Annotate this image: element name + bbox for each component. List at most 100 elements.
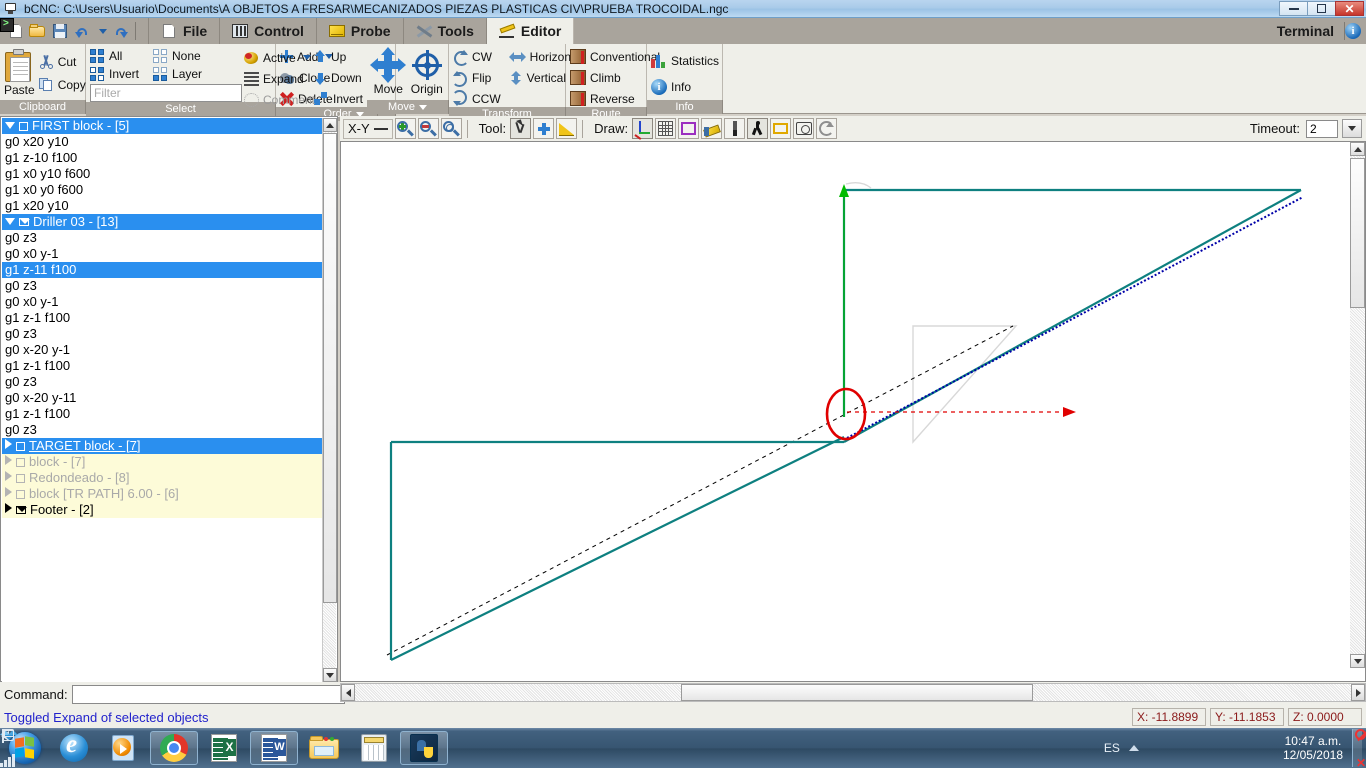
expand-button[interactable]: Expand	[244, 70, 336, 87]
gcode-block-row[interactable]: Footer - [2]	[2, 502, 323, 518]
draw-endmill-button[interactable]	[724, 118, 746, 139]
draw-margin-button[interactable]	[678, 118, 700, 139]
redo-icon[interactable]	[114, 24, 128, 38]
rotate-cw-button[interactable]: CW	[453, 48, 501, 66]
gcode-canvas[interactable]	[340, 141, 1366, 682]
about-info-icon[interactable]: i	[1345, 23, 1361, 39]
rotate-ccw-button[interactable]: CCW	[453, 90, 501, 107]
scroll-down-button[interactable]	[323, 668, 337, 682]
gcode-list-scrollbar[interactable]	[322, 118, 337, 682]
draw-axes-button[interactable]	[632, 118, 654, 140]
gcode-line-row[interactable]: g0 z3	[2, 230, 323, 246]
expand-triangle-icon[interactable]	[5, 503, 12, 513]
gcode-block-row[interactable]: Driller 03 - [13]	[2, 214, 323, 230]
checkbox-icon[interactable]	[16, 490, 25, 499]
checkbox-icon[interactable]	[16, 442, 25, 451]
select-layer-button[interactable]: Layer	[153, 65, 202, 82]
zoom-out-button[interactable]	[417, 118, 439, 139]
hscroll-right-button[interactable]	[1351, 684, 1365, 701]
minimize-button[interactable]	[1279, 1, 1308, 16]
statistics-button[interactable]: Statistics	[651, 52, 719, 69]
draw-refresh-button[interactable]	[816, 118, 838, 139]
move-button[interactable]: Move	[370, 47, 407, 96]
maximize-button[interactable]	[1307, 1, 1336, 16]
tab-file[interactable]: File	[149, 18, 221, 44]
gcode-line-row[interactable]: g0 x-20 y-1	[2, 342, 323, 358]
copy-button[interactable]: Copy	[38, 76, 86, 93]
info-button[interactable]: i Info	[651, 78, 719, 95]
action-center-flag-icon[interactable]	[2, 729, 1274, 756]
canvas-vertical-scrollbar[interactable]	[1350, 142, 1365, 668]
select-invert-button[interactable]: Invert	[90, 65, 139, 82]
canvas-scroll-thumb[interactable]	[1350, 158, 1365, 308]
gcode-line-row[interactable]: g0 z3	[2, 422, 323, 438]
move-group-dropdown-icon[interactable]	[418, 104, 427, 110]
language-indicator[interactable]: ES	[1104, 741, 1120, 755]
gcode-block-row[interactable]: FIRST block - [5]	[2, 118, 323, 134]
command-input[interactable]	[71, 684, 345, 704]
close-button[interactable]: ✕	[1335, 1, 1364, 16]
select-none-button[interactable]: None	[153, 47, 202, 64]
select-all-button[interactable]: All	[90, 47, 139, 64]
undo-dropdown-icon[interactable]	[99, 28, 107, 34]
undo-icon[interactable]	[75, 24, 89, 38]
paste-button[interactable]: Paste	[4, 49, 35, 97]
active-dropdown-icon[interactable]	[302, 55, 311, 60]
taskbar-calculator[interactable]	[350, 731, 398, 765]
gcode-line-row[interactable]: g0 x0 y-1	[2, 246, 323, 262]
expand-triangle-icon[interactable]	[5, 471, 12, 481]
zoom-in-button[interactable]	[394, 118, 416, 139]
gcode-block-row[interactable]: block - [7]	[2, 454, 323, 470]
open-file-icon[interactable]	[29, 24, 46, 38]
taskbar-internet-explorer[interactable]	[50, 731, 98, 765]
canvas-horizontal-scrollbar[interactable]	[340, 683, 1366, 702]
taskbar-chrome[interactable]	[150, 731, 198, 765]
taskbar-explorer[interactable]	[300, 731, 348, 765]
dropbox-icon[interactable]	[0, 730, 1220, 756]
tab-control[interactable]: Control	[220, 18, 317, 44]
checkbox-icon[interactable]	[16, 458, 25, 467]
draw-probe-button[interactable]	[701, 118, 723, 139]
checkbox-icon[interactable]	[16, 474, 25, 483]
origin-button[interactable]: Origin	[410, 48, 445, 96]
flip-button[interactable]: Flip	[453, 69, 501, 86]
gcode-line-row[interactable]: g1 z-10 f100	[2, 150, 323, 166]
expand-triangle-icon[interactable]	[5, 455, 12, 465]
taskbar-bcnc[interactable]	[400, 731, 448, 765]
gcode-block-row[interactable]: TARGET block - [7]	[2, 438, 323, 454]
expand-triangle-icon[interactable]	[5, 122, 15, 129]
hscroll-thumb[interactable]	[681, 684, 1033, 701]
draw-workarea-button[interactable]	[770, 118, 792, 139]
tab-tools[interactable]: Tools	[404, 18, 487, 44]
scroll-up-button[interactable]	[323, 118, 337, 132]
ruler-measure-button[interactable]	[556, 118, 578, 139]
network-icon[interactable]: ✕	[2, 729, 1366, 768]
gcode-block-row[interactable]: block [TR PATH] 6.00 - [6]	[2, 486, 323, 502]
expand-triangle-icon[interactable]	[5, 487, 12, 497]
pan-move-button[interactable]	[533, 118, 555, 139]
gcode-line-row[interactable]: g1 x0 y0 f600	[2, 182, 323, 198]
gcode-line-row[interactable]: g0 x0 y-1	[2, 294, 323, 310]
timeout-dropdown-button[interactable]	[1342, 119, 1362, 138]
gcode-line-row[interactable]: g0 z3	[2, 374, 323, 390]
draw-camera-button[interactable]	[793, 118, 815, 139]
gcode-line-row[interactable]: g1 z-1 f100	[2, 310, 323, 326]
active-button[interactable]: Active	[244, 49, 336, 66]
scroll-thumb[interactable]	[323, 133, 337, 603]
gcode-line-row[interactable]: g1 x0 y10 f600	[2, 166, 323, 182]
save-file-icon[interactable]	[53, 24, 68, 38]
gcode-block-row[interactable]: Redondeado - [8]	[2, 470, 323, 486]
checkbox-icon[interactable]	[19, 122, 28, 131]
select-pointer-button[interactable]	[510, 118, 532, 139]
expand-triangle-icon[interactable]	[5, 218, 15, 225]
tab-terminal[interactable]: Terminal	[0, 18, 1344, 39]
expand-triangle-icon[interactable]	[5, 439, 12, 449]
taskbar-clock[interactable]: 10:47 a.m. 12/05/2018	[1283, 734, 1343, 762]
canvas-scroll-up-button[interactable]	[1350, 142, 1365, 156]
comment-button[interactable]: Comment	[244, 91, 336, 108]
gcode-line-row[interactable]: g1 z-1 f100	[2, 358, 323, 374]
gcode-line-row[interactable]: g1 z-1 f100	[2, 406, 323, 422]
gcode-line-row[interactable]: g0 x20 y10	[2, 134, 323, 150]
volume-muted-icon[interactable]	[1, 729, 1366, 756]
gcode-line-row[interactable]: g0 z3	[2, 326, 323, 342]
